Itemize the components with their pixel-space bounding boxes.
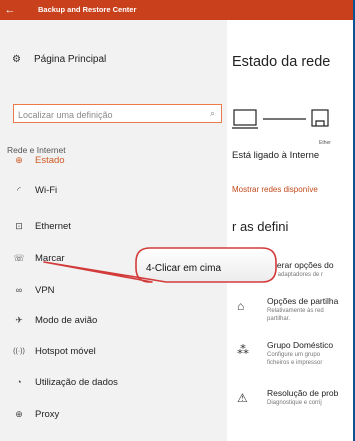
sidebar-item-estado[interactable]: ⊕ Estado [12,152,65,168]
sidebar-item-label: Proxy [35,408,60,420]
adapter-icon: ⊟ [237,263,248,277]
option-desc: ficheiros e impressor [267,360,323,366]
option-desc: Relativamente às red [267,308,324,314]
sidebar-item-label: Wi-Fi [35,184,58,196]
warning-icon: ⚠ [237,391,248,405]
search-icon[interactable]: ⌕ [210,108,215,119]
sidebar-item-label: VPN [35,284,55,296]
option-desc: Diagnostique e corrij [267,400,322,406]
option-title: Alterar opções do [267,260,334,270]
sidebar-item-vpn[interactable]: ∞ VPN [12,282,55,298]
dialup-icon: ☏ [13,252,25,263]
airplane-icon: ✈ [15,314,23,325]
wifi-icon: ◜ [17,184,21,195]
callout-text: 4-Clicar em cima [146,263,222,274]
sidebar-item-wifi[interactable]: ◜ Wi-Fi [12,182,57,198]
option-title: Grupo Doméstico [267,340,334,350]
home-nav-item[interactable]: ⚙ Página Principal [12,54,106,65]
sidebar-item-modo-aviao[interactable]: ✈ Modo de avião [12,312,97,328]
sidebar-item-hotspot[interactable]: ((·)) Hotspot móvel [12,343,96,359]
option-desc: partilhar. [267,316,291,322]
sidebar-item-ethernet[interactable]: ⊡ Ethernet [12,218,71,234]
show-networks-link[interactable]: Mostrar redes disponíve [232,185,318,194]
proxy-globe-icon: ⊕ [15,408,23,419]
window-title: Backup and Restore Center [38,5,137,14]
option-title: Resolução de prob [267,388,339,398]
data-usage-icon: ◔ [16,377,22,387]
sidebar-item-label: Estado [35,154,65,166]
hotspot-icon: ((·)) [13,347,25,355]
connection-status: Está ligado à Interne [232,150,320,161]
sidebar-item-label: Hotspot móvel [35,345,96,357]
sidebar-item-label: Modo de avião [35,314,98,326]
page-title: Estado da rede [232,54,331,70]
sidebar-item-utilizacao-dados[interactable]: ◔ Utilização de dados [12,374,118,390]
sidebar-item-label: Marcar [35,252,65,264]
homegroup-icon: ⁂ [237,343,249,357]
sidebar-item-marcar[interactable]: ☏ Marcar [12,250,65,266]
sidebar: ⚙ Página Principal ⌕ Rede e Internet ⊕ E… [0,20,227,441]
sharing-icon: ⌂ [237,299,245,313]
ethernet-icon: ⊡ [15,220,23,231]
home-label: Página Principal [34,54,107,65]
option-desc: Ver adaptadores de r [267,272,324,278]
gear-icon: ⚙ [12,54,21,65]
search-input[interactable] [14,106,199,124]
sidebar-item-proxy[interactable]: ⊕ Proxy [12,406,59,422]
ethernet-diagram-label: Ether [319,140,331,146]
title-bar: ← Backup and Restore Center [0,0,355,20]
back-button[interactable]: ← [0,0,20,20]
vpn-icon: ∞ [15,285,23,295]
option-title: Opções de partilha [267,296,339,306]
main-content: Estado da rede Ether Está ligado à Inter… [227,20,355,441]
search-box[interactable]: ⌕ [13,104,222,124]
settings-section-title: r as defini [232,219,289,234]
option-desc: Configure um grupo [267,352,321,358]
sidebar-item-label: Ethernet [35,220,71,232]
ethernet-port-icon [311,109,329,127]
network-diagram [232,109,329,129]
laptop-icon [232,109,258,129]
status-globe-icon: ⊕ [15,154,23,165]
sidebar-item-label: Utilização de dados [35,376,118,388]
